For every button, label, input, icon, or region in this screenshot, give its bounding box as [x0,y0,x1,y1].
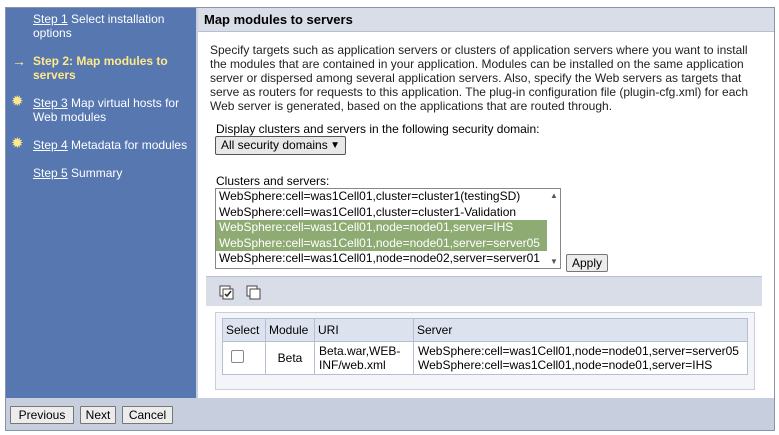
module-mapping-table-container: Select Module URI Server Beta Beta.war,W… [215,312,755,390]
column-header-uri[interactable]: URI [314,318,414,342]
server-line: WebSphere:cell=was1Cell01,node=node01,se… [418,358,713,372]
column-header-select[interactable]: Select [222,318,266,342]
main-panel: Map modules to servers Specify targets s… [198,8,774,398]
attention-star-icon: ✹ [11,135,24,152]
uri-line: Beta.war,WEB- [319,344,401,358]
table-row: Beta Beta.war,WEB- INF/web.xml WebSphere… [222,341,748,375]
step-5[interactable]: Step 5 Summary [6,166,196,180]
select-cell [222,341,266,375]
dropdown-arrow-icon: ▼ [330,140,340,151]
table-toolbar [206,276,762,306]
step-5-label: Summary [71,166,123,180]
row-select-checkbox[interactable] [231,350,244,363]
clusters-servers-label: Clusters and servers: [216,174,330,188]
cancel-button[interactable]: Cancel [122,406,173,424]
step-4-link[interactable]: Step 4 [33,138,68,152]
page-description: Specify targets such as application serv… [210,43,749,113]
wizard-button-bar: Previous Next Cancel [6,400,774,430]
step-3[interactable]: ✹ Step 3 Map virtual hosts for Web modul… [6,93,196,124]
column-header-server[interactable]: Server [413,318,748,342]
step-1-link[interactable]: Step 1 [33,12,68,26]
current-step-arrow-icon: → [12,53,26,69]
deselect-all-icon[interactable] [246,285,262,301]
server-cell: WebSphere:cell=was1Cell01,node=node01,se… [413,341,748,375]
step-3-link[interactable]: Step 3 [33,96,68,110]
scroll-up-icon[interactable]: ▲ [550,191,558,200]
server-line: WebSphere:cell=was1Cell01,node=node01,se… [418,344,739,358]
page-title: Map modules to servers [198,8,774,32]
clusters-servers-listbox[interactable]: WebSphere:cell=was1Cell01,cluster=cluste… [215,188,561,269]
uri-cell: Beta.war,WEB- INF/web.xml [314,341,414,375]
column-header-module[interactable]: Module [265,318,315,342]
select-all-icon[interactable] [219,285,235,301]
security-domain-label: Display clusters and servers in the foll… [216,122,540,136]
scroll-down-icon[interactable]: ▼ [550,257,558,266]
attention-star-icon: ✹ [11,93,24,110]
table-header-row: Select Module URI Server [222,318,748,342]
step-2-link: Step 2: [33,54,74,68]
cluster-option-selected[interactable]: WebSphere:cell=was1Cell01,node=node01,se… [216,235,560,251]
module-cell: Beta [265,341,315,375]
step-4[interactable]: ✹ Step 4 Metadata for modules [6,135,196,152]
previous-button[interactable]: Previous [10,406,74,424]
security-domain-value: All security domains [221,138,328,152]
apply-button[interactable]: Apply [566,254,608,272]
wizard-steps-nav: Step 1 Select installation options → Ste… [6,8,196,398]
step-1[interactable]: Step 1 Select installation options [6,12,196,40]
cluster-option[interactable]: WebSphere:cell=was1Cell01,node=node02,se… [216,251,560,267]
step-5-link[interactable]: Step 5 [33,166,68,180]
cluster-option[interactable]: WebSphere:cell=was1Cell01,cluster=cluste… [216,189,560,205]
next-button[interactable]: Next [80,406,116,424]
cluster-option[interactable]: WebSphere:cell=was1Cell01,cluster=cluste… [216,205,560,221]
uri-line: INF/web.xml [319,358,386,372]
cluster-option-selected[interactable]: WebSphere:cell=was1Cell01,node=node01,se… [216,220,560,236]
step-4-label: Metadata for modules [71,138,188,152]
listbox-scrollbar[interactable]: ▲ ▼ [547,189,560,268]
security-domain-select[interactable]: All security domains ▼ [215,136,346,155]
module-mapping-table: Select Module URI Server Beta Beta.war,W… [222,318,748,375]
step-2-current: → Step 2: Map modules to servers [6,54,196,82]
